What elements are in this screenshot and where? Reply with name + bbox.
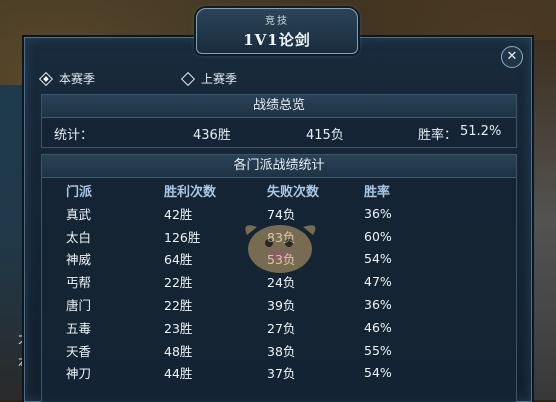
cell-losses: 37负 (267, 366, 296, 382)
table-row: 天香 48胜 38负 55% (42, 339, 516, 362)
stats-label: 统计： (54, 128, 94, 143)
table-row: 五毒 23胜 27负 46% (42, 316, 516, 339)
summary-panel: 战绩总览 统计： 436胜 415负 胜率： 51.2% (41, 94, 517, 148)
window-title-plate: 竞技 1V1论剑 (196, 8, 358, 54)
season-selector: 本赛季 上赛季 (38, 70, 515, 88)
sect-stats-table: 门派 胜利次数 失败次数 胜率 真武 42胜 74负 36% 太白 126胜 83负 60% 神… (42, 178, 516, 384)
cell-sect: 神威 (66, 252, 92, 268)
column-header-losses: 失败次数 (267, 184, 320, 200)
cell-losses: 53负 (267, 252, 296, 268)
cell-losses: 83负 (267, 229, 296, 245)
cell-sect: 神刀 (66, 366, 92, 382)
radio-unselected-icon (180, 71, 196, 86)
cell-losses: 24负 (267, 275, 296, 291)
table-row: 丐帮 22胜 24负 47% (42, 270, 516, 293)
cell-wins: 44胜 (164, 366, 193, 382)
sect-stats-heading: 各门派战绩统计 (42, 155, 516, 178)
table-row: 神威 64胜 53负 54% (42, 248, 516, 271)
cell-wins: 23胜 (164, 320, 193, 336)
cell-losses: 38负 (267, 343, 296, 359)
cell-sect: 太白 (66, 229, 92, 245)
table-row: 唐门 22胜 39负 36% (42, 293, 516, 316)
cell-wins: 64胜 (164, 252, 193, 268)
window-title: 1V1论剑 (243, 31, 311, 49)
pvp-record-window: ✕ 本赛季 上赛季 战绩总览 统计： 436胜 415负 胜率： 51.2% 各… (24, 37, 532, 402)
cell-sect: 唐门 (66, 298, 92, 314)
total-wins: 436胜 (193, 128, 231, 143)
sect-stats-panel: 各门派战绩统计 门派 胜利次数 失败次数 胜率 真武 42胜 74负 36% 太白 126… (41, 154, 517, 402)
cell-rate: 54% (364, 251, 392, 267)
win-rate-value: 51.2% (460, 124, 502, 139)
cell-losses: 27负 (267, 320, 296, 336)
column-header-sect: 门派 (66, 184, 93, 200)
cell-wins: 126胜 (164, 229, 201, 245)
total-losses: 415负 (306, 128, 344, 143)
summary-stats-row: 统计： 436胜 415负 胜率： 51.2% (42, 118, 516, 146)
cell-wins: 22胜 (164, 275, 193, 291)
radio-selected-icon (38, 71, 54, 86)
summary-heading: 战绩总览 (42, 95, 516, 118)
cell-sect: 真武 (66, 206, 92, 222)
season-tab-label: 上赛季 (201, 72, 238, 86)
close-icon: ✕ (506, 49, 518, 64)
cell-sect: 五毒 (66, 320, 92, 336)
table-row: 真武 42胜 74负 36% (42, 202, 516, 225)
cell-sect: 丐帮 (66, 275, 92, 291)
cell-rate: 54% (364, 365, 392, 381)
close-button[interactable]: ✕ (501, 46, 523, 68)
column-header-wins: 胜利次数 (164, 184, 217, 200)
cell-rate: 36% (364, 297, 392, 313)
cell-wins: 22胜 (164, 298, 193, 314)
cell-rate: 46% (364, 319, 392, 335)
cell-rate: 55% (364, 342, 392, 358)
column-header-rate: 胜率 (364, 184, 391, 200)
window-category-label: 竞技 (265, 16, 289, 27)
win-rate-label: 胜率： (418, 128, 458, 143)
cell-rate: 36% (364, 205, 392, 221)
season-tab-previous[interactable]: 上赛季 (180, 70, 238, 87)
cell-rate: 60% (364, 228, 392, 244)
table-row: 太白 126胜 83负 60% (42, 225, 516, 248)
cell-losses: 39负 (267, 298, 296, 314)
season-tab-current[interactable]: 本赛季 (38, 70, 96, 87)
table-header-row: 门派 胜利次数 失败次数 胜率 (42, 178, 516, 202)
season-tab-label: 本赛季 (59, 72, 96, 86)
cell-rate: 47% (364, 274, 392, 290)
cell-sect: 天香 (66, 343, 92, 359)
cell-wins: 42胜 (164, 206, 193, 222)
cell-losses: 74负 (267, 206, 296, 222)
cell-wins: 48胜 (164, 343, 193, 359)
table-row: 神刀 44胜 37负 54% (42, 362, 516, 385)
